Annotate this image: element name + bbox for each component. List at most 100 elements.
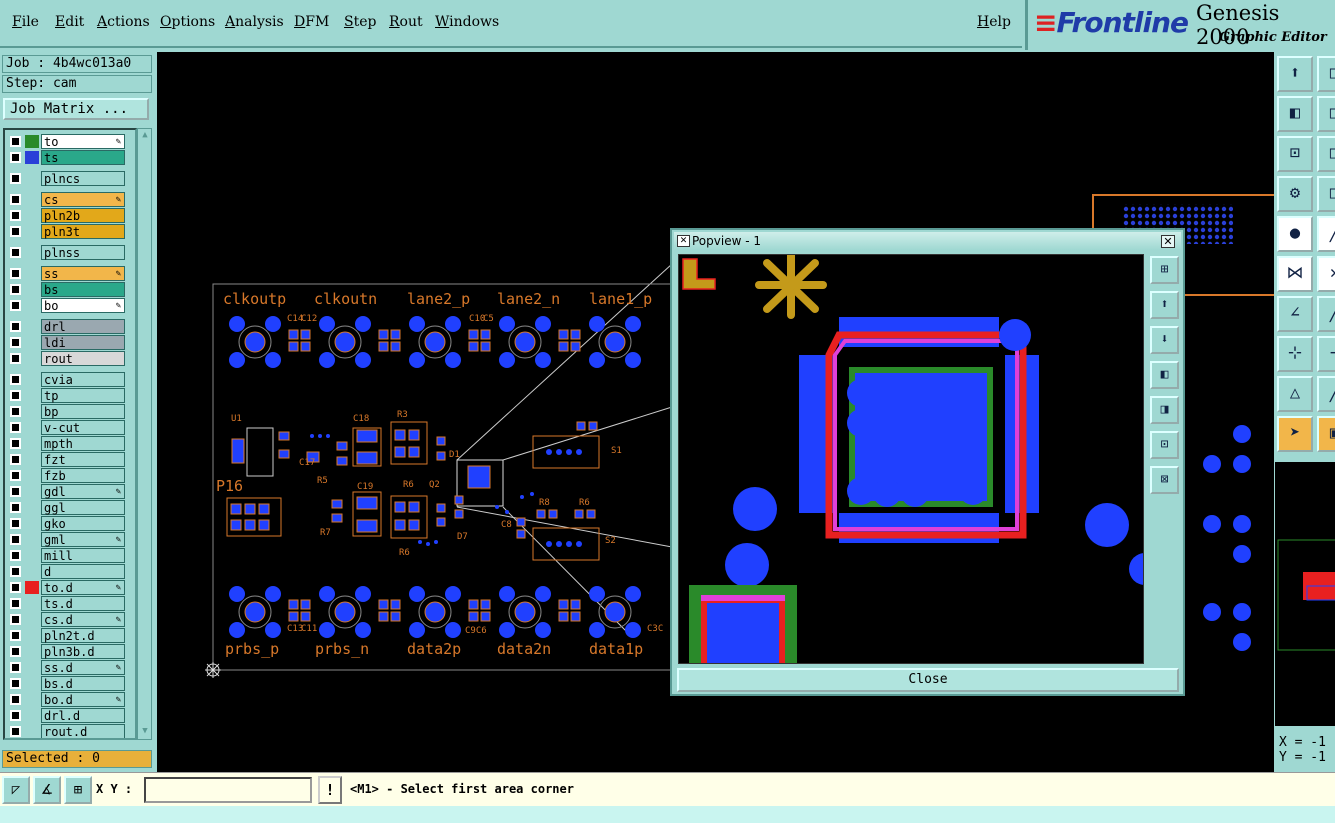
layer-checkbox[interactable] bbox=[10, 406, 21, 417]
scroll-down-icon[interactable]: ▼ bbox=[139, 726, 151, 738]
layer-color-swatch[interactable] bbox=[25, 613, 39, 626]
snap-icon[interactable]: ⊹ bbox=[1277, 336, 1313, 372]
layer-row[interactable]: rout bbox=[7, 351, 125, 366]
settings-icon[interactable]: ⚙ bbox=[1277, 176, 1313, 212]
layer-color-swatch[interactable] bbox=[25, 469, 39, 482]
layer-row[interactable]: ts bbox=[7, 150, 125, 165]
popview-close-button[interactable]: Close bbox=[677, 668, 1179, 692]
layer-color-swatch[interactable] bbox=[25, 549, 39, 562]
layer-color-swatch[interactable] bbox=[25, 725, 39, 738]
popview-titlebar[interactable]: ✕ Popview - 1 ✕ bbox=[674, 232, 1181, 250]
layer-name[interactable]: cs.d ✎ bbox=[41, 612, 125, 627]
layer-row[interactable]: bo ✎ bbox=[7, 298, 125, 313]
connect-icon[interactable]: ⋈ bbox=[1277, 256, 1313, 292]
layer-checkbox[interactable] bbox=[10, 566, 21, 577]
layer-row[interactable]: mpth bbox=[7, 436, 125, 451]
grid-mode-icon[interactable]: ⊞ bbox=[64, 776, 92, 804]
layer-row[interactable]: tp bbox=[7, 388, 125, 403]
popview-fit-icon[interactable]: ⊡ bbox=[1150, 431, 1179, 459]
layer-color-swatch[interactable] bbox=[25, 581, 39, 594]
popview-right-icon[interactable]: ◨ bbox=[1150, 396, 1179, 424]
popview-zoom-icon[interactable]: ⊞ bbox=[1150, 256, 1179, 284]
snap-mode-icon[interactable]: ◸ bbox=[2, 776, 30, 804]
layer-name[interactable]: gml ✎ bbox=[41, 532, 125, 547]
layer-color-swatch[interactable] bbox=[25, 373, 39, 386]
menu-rout[interactable]: Rout bbox=[389, 14, 423, 30]
layer-color-swatch[interactable] bbox=[25, 299, 39, 312]
fit-view-icon[interactable]: ⊡ bbox=[1277, 136, 1313, 172]
layer-name[interactable]: ggl bbox=[41, 500, 125, 515]
angle-mode-icon[interactable]: ∡ bbox=[33, 776, 61, 804]
layer-name[interactable]: ts.d bbox=[41, 596, 125, 611]
layer-row[interactable]: ldi bbox=[7, 335, 125, 350]
layer-row[interactable]: gko bbox=[7, 516, 125, 531]
layer-color-swatch[interactable] bbox=[25, 225, 39, 238]
layer-name[interactable]: ldi bbox=[41, 335, 125, 350]
layer-row[interactable]: gml ✎ bbox=[7, 532, 125, 547]
layer-name[interactable]: drl bbox=[41, 319, 125, 334]
tool-icon-6[interactable]: □ bbox=[1317, 136, 1335, 172]
layer-row[interactable]: cs.d ✎ bbox=[7, 612, 125, 627]
layer-name[interactable]: v-cut bbox=[41, 420, 125, 435]
layer-name[interactable]: cs ✎ bbox=[41, 192, 125, 207]
layer-name[interactable]: pln3b.d bbox=[41, 644, 125, 659]
layer-color-swatch[interactable] bbox=[25, 421, 39, 434]
layer-color-swatch[interactable] bbox=[25, 151, 39, 164]
layer-checkbox[interactable] bbox=[10, 173, 21, 184]
layer-checkbox[interactable] bbox=[10, 518, 21, 529]
layer-color-swatch[interactable] bbox=[25, 597, 39, 610]
popview-canvas[interactable] bbox=[678, 254, 1144, 664]
popview-up-icon[interactable]: ⬆ bbox=[1150, 291, 1179, 319]
layer-row[interactable]: rout.d bbox=[7, 724, 125, 738]
layer-checkbox[interactable] bbox=[10, 247, 21, 258]
layer-name[interactable]: bs.d bbox=[41, 676, 125, 691]
tool-icon-14[interactable]: ╱ bbox=[1317, 296, 1335, 332]
layer-checkbox[interactable] bbox=[10, 136, 21, 147]
layer-color-swatch[interactable] bbox=[25, 193, 39, 206]
layer-checkbox[interactable] bbox=[10, 598, 21, 609]
alert-button[interactable]: ! bbox=[318, 776, 342, 804]
close-icon[interactable]: ✕ bbox=[1161, 235, 1175, 248]
menu-options[interactable]: Options bbox=[160, 14, 215, 30]
layer-name[interactable]: pln3t bbox=[41, 224, 125, 239]
layer-name[interactable]: bo.d ✎ bbox=[41, 692, 125, 707]
popview-expand-icon[interactable]: ⊠ bbox=[1150, 466, 1179, 494]
layer-color-swatch[interactable] bbox=[25, 501, 39, 514]
pad-icon[interactable]: ● bbox=[1277, 216, 1313, 252]
layer-checkbox[interactable] bbox=[10, 614, 21, 625]
layer-color-swatch[interactable] bbox=[25, 645, 39, 658]
layer-row[interactable]: fzb bbox=[7, 468, 125, 483]
layer-name[interactable]: bp bbox=[41, 404, 125, 419]
layer-name[interactable]: ss.d ✎ bbox=[41, 660, 125, 675]
layer-row[interactable]: fzt bbox=[7, 452, 125, 467]
layer-checkbox[interactable] bbox=[10, 374, 21, 385]
layer-row[interactable]: gdl ✎ bbox=[7, 484, 125, 499]
layer-row[interactable]: ss.d ✎ bbox=[7, 660, 125, 675]
menu-dfm[interactable]: DFM bbox=[294, 14, 329, 30]
layer-name[interactable]: mpth bbox=[41, 436, 125, 451]
tool-icon-16[interactable]: − bbox=[1317, 336, 1335, 372]
zoom-in-icon[interactable]: ⬆ bbox=[1277, 56, 1313, 92]
layer-color-swatch[interactable] bbox=[25, 352, 39, 365]
measure-icon[interactable]: ∠ bbox=[1277, 296, 1313, 332]
layer-row[interactable]: drl.d bbox=[7, 708, 125, 723]
layer-name[interactable]: plncs bbox=[41, 171, 125, 186]
layer-checkbox[interactable] bbox=[10, 226, 21, 237]
layer-color-swatch[interactable] bbox=[25, 565, 39, 578]
pan-left-icon[interactable]: ◧ bbox=[1277, 96, 1313, 132]
layer-row[interactable]: d bbox=[7, 564, 125, 579]
layer-row[interactable]: pln2b bbox=[7, 208, 125, 223]
layer-checkbox[interactable] bbox=[10, 454, 21, 465]
layer-checkbox[interactable] bbox=[10, 152, 21, 163]
layer-row[interactable]: ts.d bbox=[7, 596, 125, 611]
layer-checkbox[interactable] bbox=[10, 300, 21, 311]
layer-name[interactable]: tp bbox=[41, 388, 125, 403]
layer-row[interactable]: bo.d ✎ bbox=[7, 692, 125, 707]
layer-color-swatch[interactable] bbox=[25, 693, 39, 706]
layer-checkbox[interactable] bbox=[10, 470, 21, 481]
layer-checkbox[interactable] bbox=[10, 630, 21, 641]
layer-color-swatch[interactable] bbox=[25, 246, 39, 259]
layer-color-swatch[interactable] bbox=[25, 517, 39, 530]
tool-icon-8[interactable]: □ bbox=[1317, 176, 1335, 212]
layer-name[interactable]: pln2t.d bbox=[41, 628, 125, 643]
